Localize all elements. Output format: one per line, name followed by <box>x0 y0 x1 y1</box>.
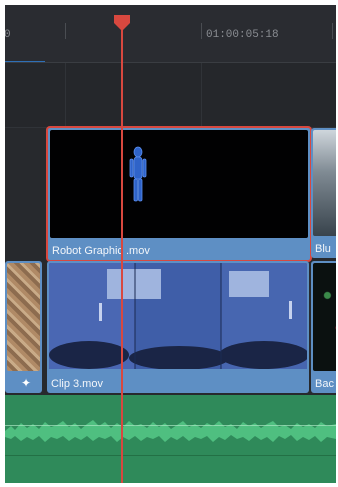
ruler-edge-digit: 0 <box>5 29 11 41</box>
clip-blu[interactable]: Blu <box>311 128 336 258</box>
playhead-marker-icon[interactable] <box>112 13 132 33</box>
timeline-ruler[interactable]: 0 01:00:05:18 <box>5 5 336 63</box>
clip-thumbnail <box>50 130 308 238</box>
clip-label: Clip 3.mov <box>51 378 103 390</box>
robot-figure-image <box>129 146 147 202</box>
sparkle-icon: ✦ <box>21 376 32 390</box>
clip-previous[interactable]: ✦ <box>5 261 42 393</box>
audio-volume-line[interactable] <box>5 425 336 426</box>
clip-label: Blu <box>315 243 331 255</box>
clip-thumbnail <box>313 263 336 371</box>
grid-line <box>65 63 66 127</box>
clip-thumbnail <box>313 130 336 236</box>
ruler-timecode: 01:00:05:18 <box>206 29 279 41</box>
ruler-tick <box>201 23 202 39</box>
ruler-tick <box>65 23 66 39</box>
audio-clip[interactable] <box>5 395 336 483</box>
stage-filmstrip-image <box>49 263 307 370</box>
clip-robot-graphic[interactable]: Robot Graphic .mov <box>46 126 312 262</box>
clip-thumbnail <box>7 263 40 371</box>
clip-bac[interactable]: Bac <box>311 261 336 393</box>
playhead-line[interactable] <box>121 15 123 483</box>
clip-clip-3[interactable]: Clip 3.mov <box>47 261 309 393</box>
clip-label: Bac <box>315 378 334 390</box>
audio-divider <box>5 455 336 456</box>
grid-line <box>201 63 202 127</box>
clip-label: Robot Graphic .mov <box>52 245 150 257</box>
timeline: 0 01:00:05:18 Robot Graphic .mov Blu ✦ C… <box>5 5 336 483</box>
clip-thumbnail <box>49 263 307 371</box>
ruler-tick <box>332 23 333 39</box>
audio-waveform <box>5 420 336 442</box>
empty-track[interactable] <box>5 63 336 128</box>
